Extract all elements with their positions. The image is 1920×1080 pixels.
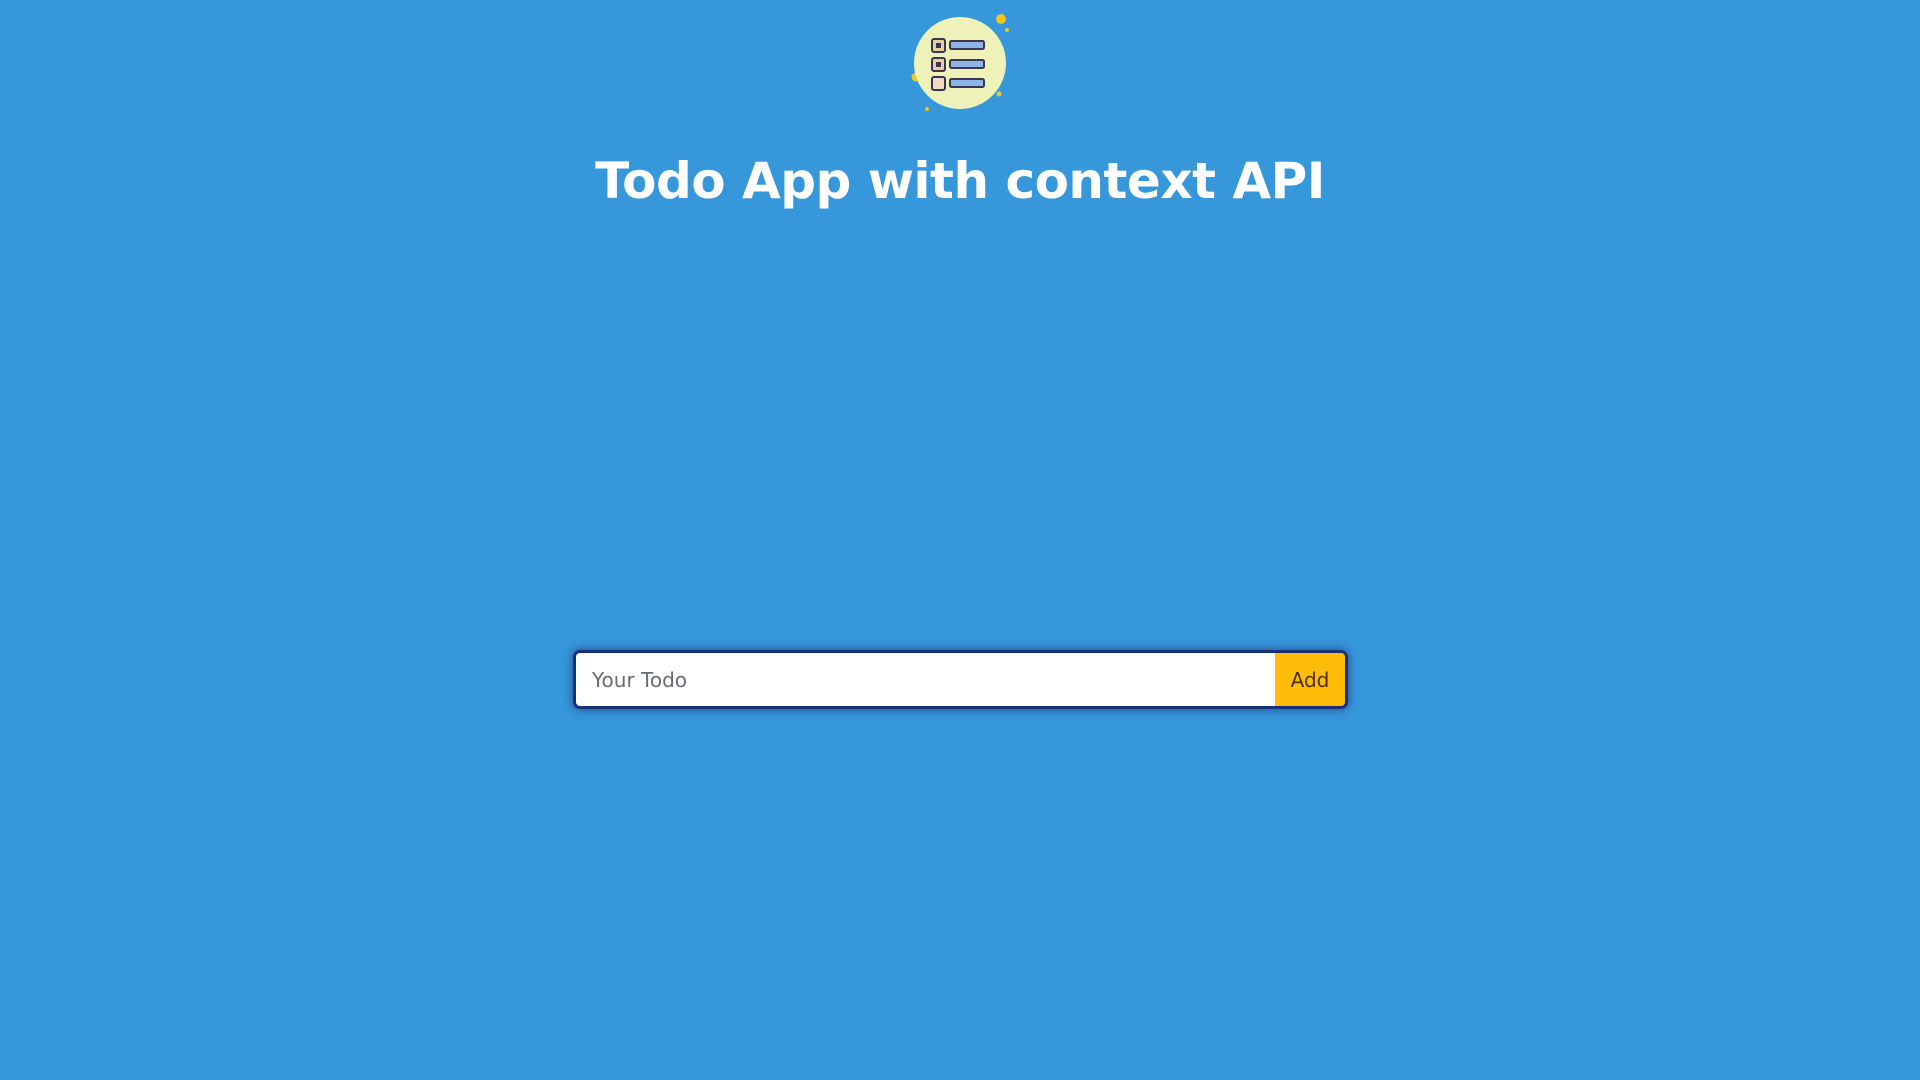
todo-form: Add — [576, 653, 1345, 706]
add-button[interactable]: Add — [1275, 653, 1345, 706]
todo-input[interactable] — [576, 653, 1275, 706]
checklist-icon — [911, 14, 1009, 111]
page-title: Todo App with context API — [595, 152, 1325, 210]
